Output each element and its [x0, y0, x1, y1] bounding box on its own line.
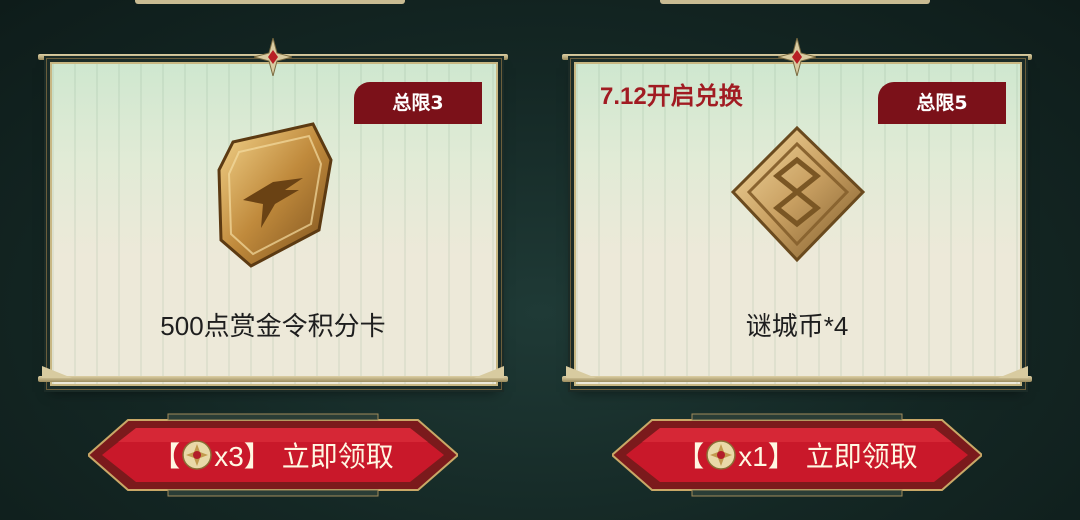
frame-corner-right [998, 366, 1028, 378]
bracket-open: 【 [676, 441, 705, 472]
total-limit-badge: 总限3 [354, 82, 482, 124]
bounty-shield-icon [217, 122, 333, 268]
cost-quantity: x1】 [738, 441, 796, 472]
star-ornament-icon [254, 38, 292, 76]
token-coin-icon [706, 440, 736, 470]
star-ornament-icon [778, 38, 816, 76]
claim-button-1[interactable]: 【 x3】 立即领取 [88, 410, 458, 500]
total-limit-badge: 总限5 [878, 82, 1006, 124]
claim-button-2[interactable]: 【 x1】 立即领取 [612, 410, 982, 500]
claim-label: 【 x3】 立即领取 [88, 410, 458, 500]
frame-corner-left [42, 366, 72, 378]
item-name: 500点赏金令积分卡 [160, 311, 386, 341]
frame-corner-right [474, 366, 504, 378]
frame-corner-left [566, 366, 596, 378]
mystery-coin-icon [730, 125, 866, 263]
top-card-edge-right [660, 0, 930, 4]
reward-card-2: 7.12开启兑换 总限5 谜城币*4 [562, 38, 1032, 390]
open-date-note: 7.12开启兑换 [600, 83, 743, 110]
cost-quantity: x3】 [214, 441, 272, 472]
frame-bottom-rail [562, 376, 1032, 382]
token-coin-icon [182, 440, 212, 470]
reward-card-1: 总限3 500点赏金令积分卡 [38, 38, 508, 390]
claim-action: 立即领取 [805, 441, 918, 472]
frame-bottom-rail [38, 376, 508, 382]
bracket-open: 【 [152, 441, 181, 472]
claim-label: 【 x1】 立即领取 [612, 410, 982, 500]
top-card-edge-left [135, 0, 405, 4]
item-name: 谜城币*4 [745, 311, 849, 341]
claim-action: 立即领取 [281, 441, 394, 472]
